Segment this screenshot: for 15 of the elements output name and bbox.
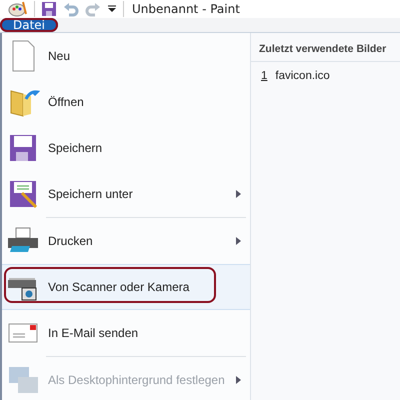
- file-tab[interactable]: Datei: [0, 18, 58, 32]
- window-title: Unbenannt - Paint: [132, 2, 240, 16]
- menu-item[interactable]: Speichern: [2, 125, 250, 171]
- menu-item[interactable]: Öffnen: [2, 79, 250, 125]
- recent-number: 1: [261, 70, 268, 82]
- dropdown-icon[interactable]: [107, 4, 117, 14]
- recent-file-link[interactable]: favicon.ico: [275, 70, 330, 82]
- menu-item[interactable]: In E-Mail senden: [2, 310, 250, 356]
- recent-header: Zuletzt verwendete Bilder: [251, 33, 400, 62]
- menu-item[interactable]: Speichern unter: [2, 171, 250, 217]
- menu-item[interactable]: Von Scanner oder Kamera: [2, 264, 250, 310]
- paint-palette-icon[interactable]: [8, 0, 28, 18]
- save-icon[interactable]: [41, 1, 57, 17]
- menu-item[interactable]: Drucken: [2, 218, 250, 264]
- menu-item[interactable]: Neu: [2, 33, 250, 79]
